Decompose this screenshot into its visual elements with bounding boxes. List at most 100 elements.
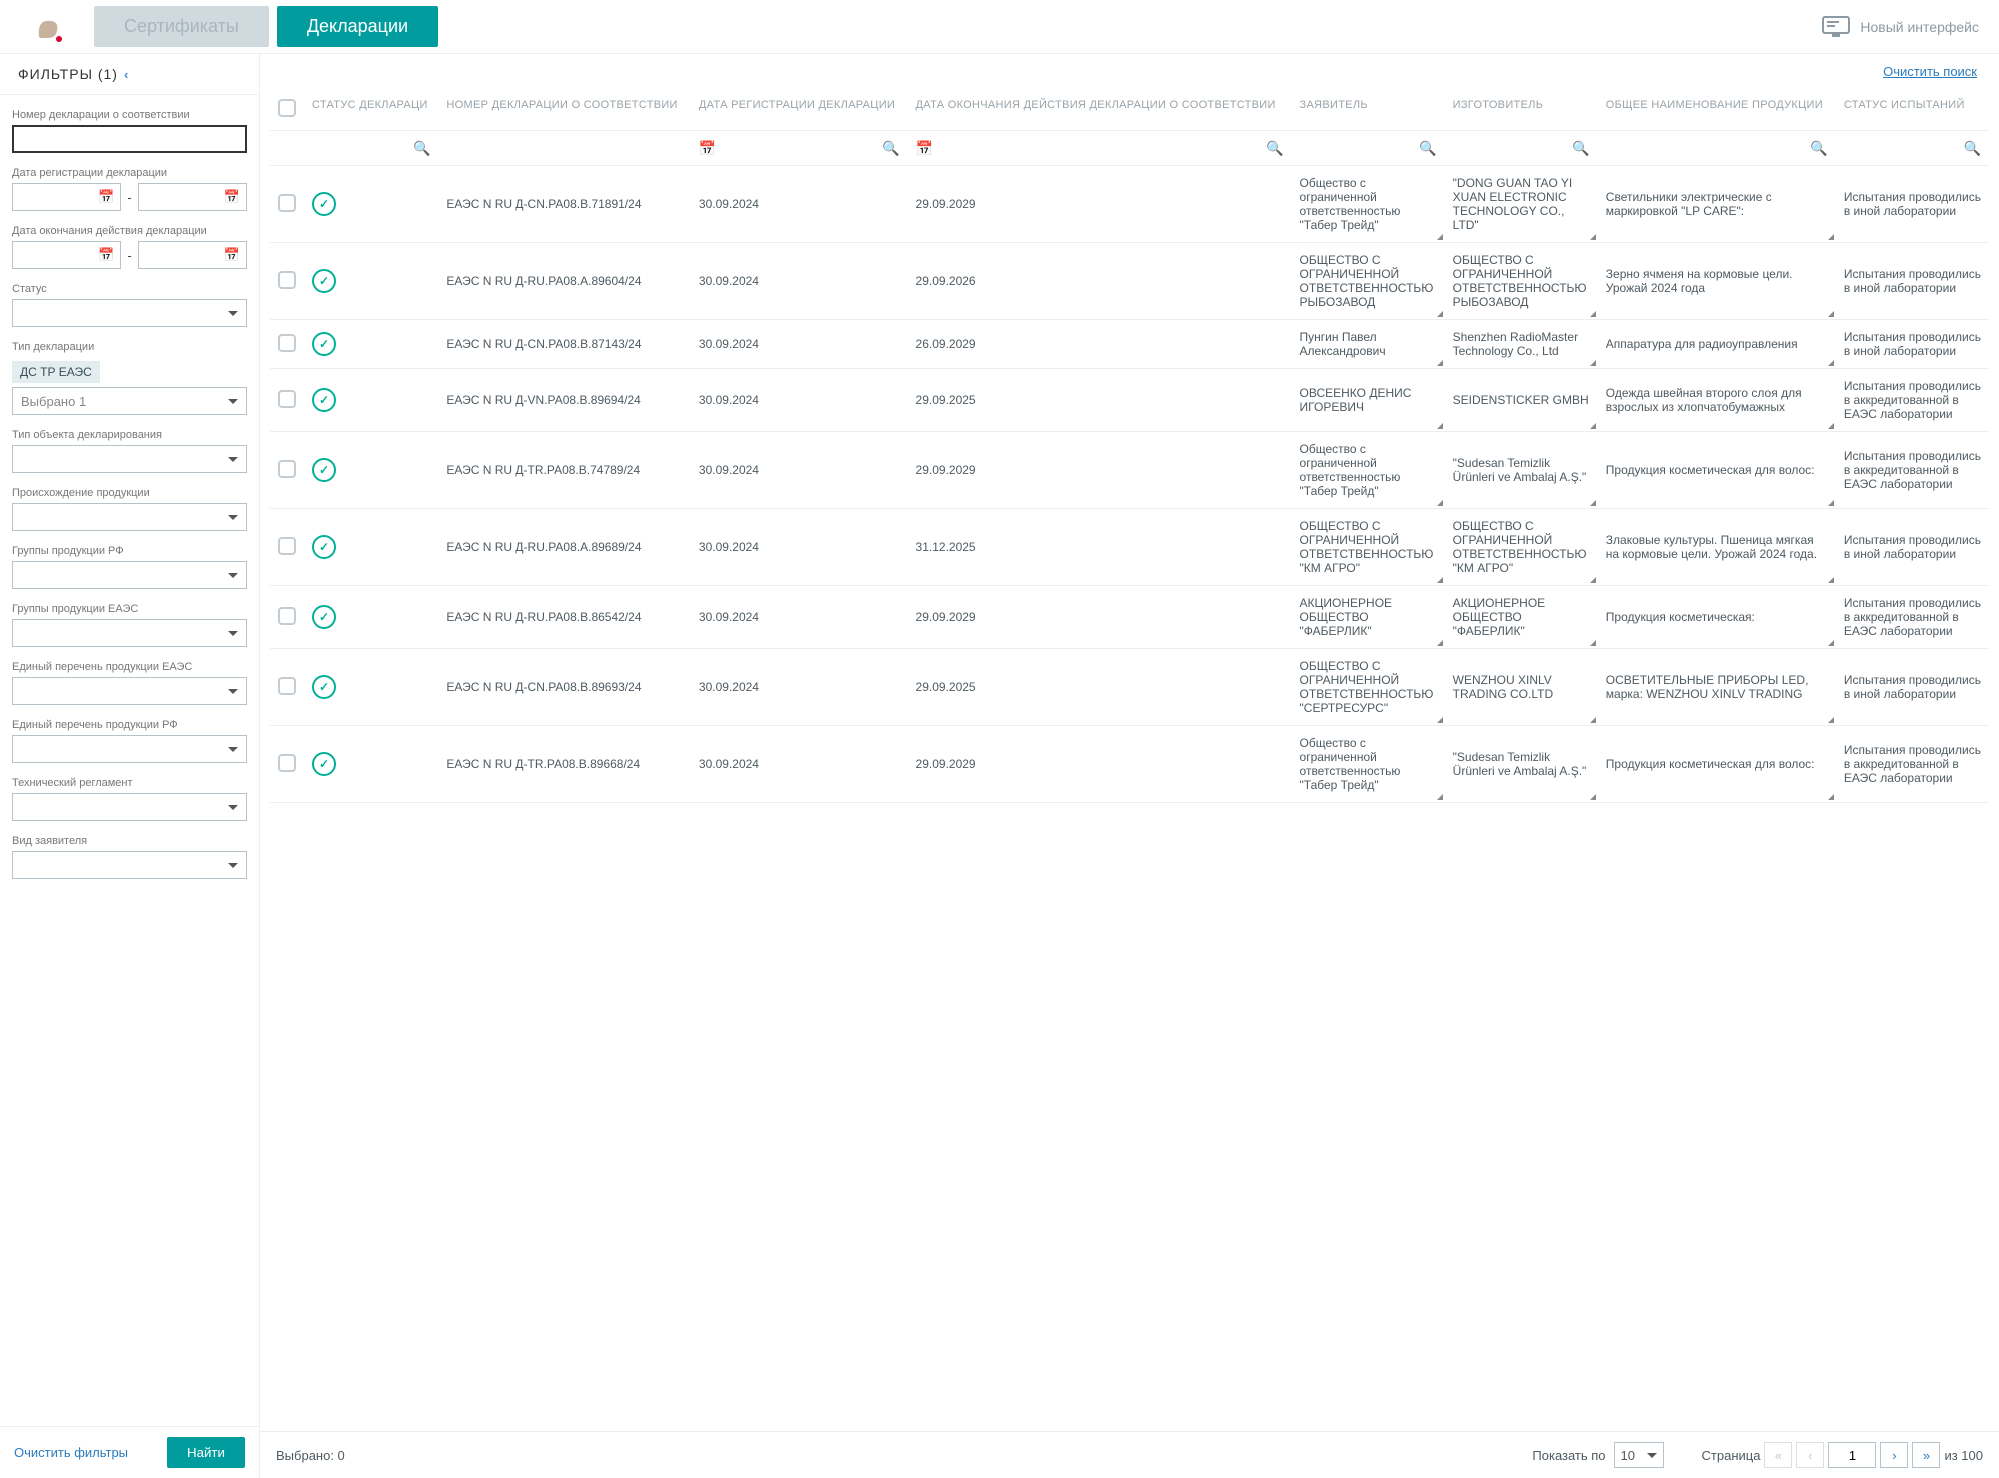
chevron-down-icon — [228, 805, 238, 810]
table-row[interactable]: ✓ ЕАЭС N RU Д-CN.РА08.В.71891/24 30.09.2… — [270, 166, 1989, 243]
top-tabs: Сертификаты Декларации — [94, 6, 438, 47]
filters-header: ФИЛЬТРЫ (1) ‹ — [0, 54, 259, 94]
cell-test-status: Испытания проводились в аккредитованной … — [1836, 726, 1989, 803]
filter-list-rf-select[interactable] — [12, 735, 247, 763]
filter-reg-date-from[interactable]: 📅 — [12, 183, 121, 211]
filter-obj-type-select[interactable] — [12, 445, 247, 473]
filter-type-select[interactable]: Выбрано 1 — [12, 387, 247, 415]
filter-groups-rf-select[interactable] — [12, 561, 247, 589]
cell-reg-date: 30.09.2024 — [691, 369, 908, 432]
cell-applicant: АКЦИОНЕРНОЕ ОБЩЕСТВО "ФАБЕРЛИК" — [1292, 586, 1445, 649]
filter-end-date-to[interactable]: 📅 — [138, 241, 247, 269]
filter-groups-eaes-select[interactable] — [12, 619, 247, 647]
cell-test-status: Испытания проводились в аккредитованной … — [1836, 586, 1989, 649]
clear-filters-link[interactable]: Очистить фильтры — [14, 1445, 128, 1460]
col-number: НОМЕР ДЕКЛАРАЦИИ О СООТВЕТСТВИИ — [438, 89, 691, 131]
chevron-down-icon — [228, 747, 238, 752]
table-row[interactable]: ✓ ЕАЭС N RU Д-RU.РА08.В.86542/24 30.09.2… — [270, 586, 1989, 649]
collapse-filters-icon[interactable]: ‹ — [124, 67, 128, 82]
cell-number: ЕАЭС N RU Д-VN.РА08.В.89694/24 — [438, 369, 691, 432]
row-checkbox[interactable] — [278, 194, 296, 212]
filter-tech-reg-select[interactable] — [12, 793, 247, 821]
filter-applicant-type-select[interactable] — [12, 851, 247, 879]
cell-end-date: 29.09.2026 — [908, 243, 1292, 320]
row-checkbox[interactable] — [278, 460, 296, 478]
cell-manufacturer: АКЦИОНЕРНОЕ ОБЩЕСТВО "ФАБЕРЛИК" — [1445, 586, 1598, 649]
new-interface-toggle[interactable]: Новый интерфейс — [1822, 16, 1979, 38]
tab-certificates[interactable]: Сертификаты — [94, 6, 269, 47]
col-filter-product[interactable]: 🔍 — [1606, 135, 1828, 161]
table-row[interactable]: ✓ ЕАЭС N RU Д-TR.РА08.В.89668/24 30.09.2… — [270, 726, 1989, 803]
filter-type-selected-text: Выбрано 1 — [21, 394, 86, 409]
tab-declarations[interactable]: Декларации — [277, 6, 438, 47]
date-separator: - — [127, 248, 131, 263]
row-checkbox[interactable] — [278, 677, 296, 695]
filter-origin-select[interactable] — [12, 503, 247, 531]
filter-end-date-from[interactable]: 📅 — [12, 241, 121, 269]
find-button[interactable]: Найти — [167, 1437, 245, 1468]
col-filter-applicant[interactable]: 🔍 — [1300, 135, 1437, 161]
pager-last[interactable]: » — [1912, 1442, 1940, 1468]
table-row[interactable]: ✓ ЕАЭС N RU Д-CN.РА08.В.87143/24 30.09.2… — [270, 320, 1989, 369]
pager-first[interactable]: « — [1764, 1442, 1792, 1468]
filter-decl-number-input[interactable] — [12, 125, 247, 153]
table-row[interactable]: ✓ ЕАЭС N RU Д-TR.РА08.В.74789/24 30.09.2… — [270, 432, 1989, 509]
pager-next[interactable]: › — [1880, 1442, 1908, 1468]
status-ok-icon: ✓ — [312, 675, 336, 699]
cell-end-date: 29.09.2029 — [908, 166, 1292, 243]
filter-list-rf-label: Единый перечень продукции РФ — [12, 719, 247, 731]
page-size-select[interactable]: 10 — [1614, 1442, 1664, 1468]
cell-number: ЕАЭС N RU Д-RU.РА08.В.86542/24 — [438, 586, 691, 649]
table-row[interactable]: ✓ ЕАЭС N RU Д-RU.РА08.А.89689/24 30.09.2… — [270, 509, 1989, 586]
table-row[interactable]: ✓ ЕАЭС N RU Д-RU.РА08.А.89604/24 30.09.2… — [270, 243, 1989, 320]
cell-product: ОСВЕТИТЕЛЬНЫЕ ПРИБОРЫ LED, марка: WENZHO… — [1598, 649, 1836, 726]
filter-list-eaes-select[interactable] — [12, 677, 247, 705]
cell-number: ЕАЭС N RU Д-TR.РА08.В.89668/24 — [438, 726, 691, 803]
col-filter-test[interactable]: 🔍 — [1844, 135, 1981, 161]
cell-manufacturer: SEIDENSTICKER GMBH — [1445, 369, 1598, 432]
pager-total: из 100 — [1944, 1448, 1983, 1463]
cell-end-date: 29.09.2029 — [908, 432, 1292, 509]
row-checkbox[interactable] — [278, 537, 296, 555]
pager-current[interactable] — [1828, 1442, 1876, 1468]
row-checkbox[interactable] — [278, 271, 296, 289]
cell-product: Одежда швейная второго слоя для взрослых… — [1598, 369, 1836, 432]
search-icon: 🔍 — [1810, 140, 1827, 157]
col-filter-end-date[interactable]: 📅🔍 — [916, 135, 1284, 161]
status-ok-icon: ✓ — [312, 388, 336, 412]
pager-prev[interactable]: ‹ — [1796, 1442, 1824, 1468]
chevron-down-icon — [228, 515, 238, 520]
search-icon: 🔍 — [1572, 140, 1589, 157]
calendar-icon: 📅 — [98, 247, 114, 263]
col-filter-manufacturer[interactable]: 🔍 — [1453, 135, 1590, 161]
filter-status-select[interactable] — [12, 299, 247, 327]
filter-reg-date-label: Дата регистрации декларации — [12, 167, 247, 179]
filter-type-tag[interactable]: ДС ТР ЕАЭС — [12, 361, 100, 383]
cell-test-status: Испытания проводились в иной лаборатории — [1836, 649, 1989, 726]
row-checkbox[interactable] — [278, 607, 296, 625]
select-all-checkbox[interactable] — [278, 99, 296, 117]
content-area: Очистить поиск СТАТУС ДЕКЛАРАЦИ НОМЕР ДЕ… — [260, 54, 1999, 1478]
row-checkbox[interactable] — [278, 754, 296, 772]
cell-reg-date: 30.09.2024 — [691, 166, 908, 243]
col-filter-status[interactable]: 🔍 — [312, 135, 430, 161]
cell-test-status: Испытания проводились в иной лаборатории — [1836, 509, 1989, 586]
filter-reg-date-to[interactable]: 📅 — [138, 183, 247, 211]
table-row[interactable]: ✓ ЕАЭС N RU Д-VN.РА08.В.89694/24 30.09.2… — [270, 369, 1989, 432]
cell-end-date: 29.09.2025 — [908, 369, 1292, 432]
filter-end-date-label: Дата окончания действия декларации — [12, 225, 247, 237]
col-filter-reg-date[interactable]: 📅🔍 — [699, 135, 900, 161]
cell-reg-date: 30.09.2024 — [691, 586, 908, 649]
cell-reg-date: 30.09.2024 — [691, 726, 908, 803]
row-checkbox[interactable] — [278, 334, 296, 352]
row-checkbox[interactable] — [278, 390, 296, 408]
topbar: Сертификаты Декларации Новый интерфейс — [0, 0, 1999, 54]
cell-manufacturer: Shenzhen RadioMaster Technology Co., Ltd — [1445, 320, 1598, 369]
col-test-status: СТАТУС ИСПЫТАНИЙ — [1836, 89, 1989, 131]
cell-applicant: Пунгин Павел Александрович — [1292, 320, 1445, 369]
chevron-down-icon — [228, 863, 238, 868]
cell-applicant: ОВСЕЕНКО ДЕНИС ИГОРЕВИЧ — [1292, 369, 1445, 432]
date-separator: - — [127, 190, 131, 205]
clear-search-link[interactable]: Очистить поиск — [1883, 64, 1977, 79]
table-row[interactable]: ✓ ЕАЭС N RU Д-CN.РА08.В.89693/24 30.09.2… — [270, 649, 1989, 726]
